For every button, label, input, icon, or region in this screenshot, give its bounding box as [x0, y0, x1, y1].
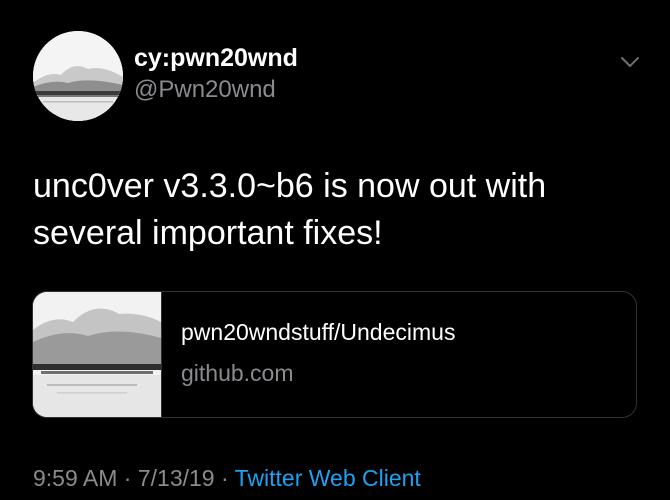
meta-separator: ·: [117, 465, 138, 491]
avatar-landscape-image: [33, 31, 123, 121]
card-thumbnail: [33, 292, 162, 417]
avatar[interactable]: [33, 31, 123, 121]
meta-separator: ·: [214, 465, 235, 491]
display-name[interactable]: cy:pwn20wnd: [134, 43, 298, 73]
tweet-text: unc0ver v3.3.0~b6 is now out with severa…: [33, 167, 547, 252]
card-domain: github.com: [181, 360, 294, 386]
link-card[interactable]: pwn20wndstuff/Undecimus github.com: [32, 291, 637, 418]
card-landscape-image: [33, 292, 161, 417]
tweet: cy:pwn20wnd @Pwn20wnd unc0ver v3.3.0~b6 …: [0, 0, 670, 500]
tweet-meta: 9:59 AM · 7/13/19 · Twitter Web Client: [33, 463, 421, 493]
tweet-time[interactable]: 9:59 AM: [33, 465, 117, 491]
chevron-down-icon[interactable]: [619, 54, 641, 70]
tweet-client-link[interactable]: Twitter Web Client: [235, 465, 421, 491]
card-title[interactable]: pwn20wndstuff/Undecimus: [181, 318, 455, 346]
username[interactable]: @Pwn20wnd: [134, 75, 276, 105]
tweet-date[interactable]: 7/13/19: [138, 465, 215, 491]
